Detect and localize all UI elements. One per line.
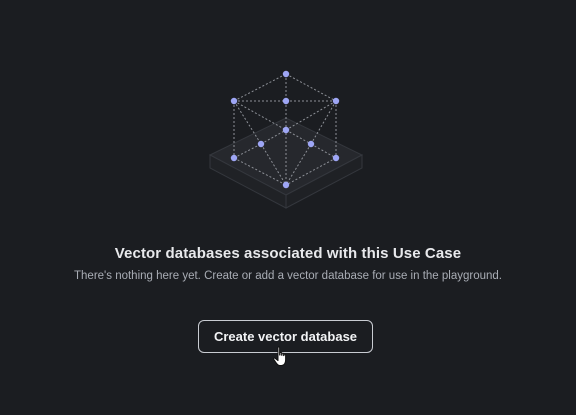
hand-pointer-icon — [273, 346, 287, 366]
empty-state-subtitle: There's nothing here yet. Create or add … — [74, 270, 502, 282]
empty-state-panel: Vector databases associated with this Us… — [0, 0, 576, 415]
vector-database-cube-icon — [208, 70, 364, 209]
empty-state-title: Vector databases associated with this Us… — [114, 245, 462, 262]
